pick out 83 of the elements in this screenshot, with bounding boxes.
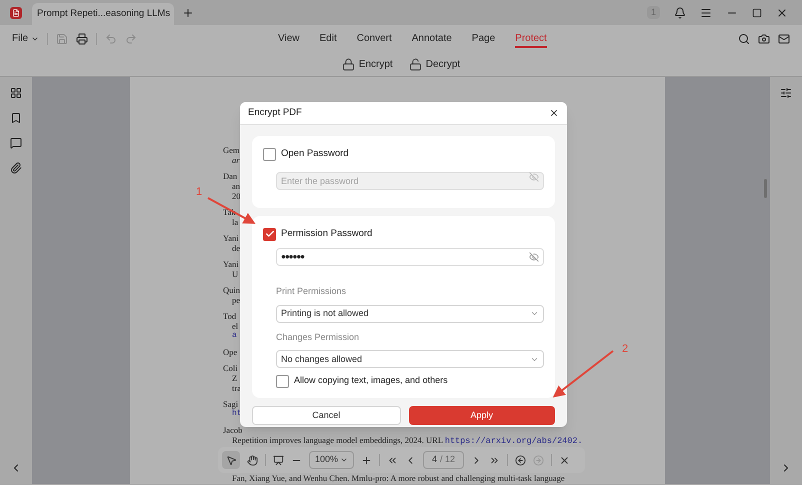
- presentation-icon[interactable]: [273, 454, 284, 466]
- attachment-icon[interactable]: [10, 162, 22, 174]
- hand-icon[interactable]: [247, 454, 258, 466]
- checkbox-label: Open Password: [281, 147, 349, 161]
- checkbox-label: Permission Password: [281, 227, 372, 241]
- zoom-in-icon[interactable]: [361, 454, 372, 466]
- document-text: Tod: [223, 311, 236, 321]
- menu-icon[interactable]: [700, 6, 712, 18]
- document-link[interactable]: https://arxiv.org/abs/2402.: [444, 436, 583, 446]
- document-text: Coli: [223, 363, 238, 373]
- annotation-arrow: [552, 350, 614, 398]
- document-link[interactable]: a: [232, 331, 237, 341]
- menu-tab[interactable]: Convert: [356, 29, 392, 48]
- cancel-button[interactable]: Cancel: [252, 406, 400, 425]
- first-page-icon[interactable]: [387, 454, 398, 466]
- document-text: Yani: [223, 259, 239, 269]
- print-permission-select[interactable]: Printing is not allowed: [276, 304, 544, 323]
- back-icon[interactable]: [515, 454, 526, 466]
- menu-tab[interactable]: Page: [472, 29, 496, 48]
- new-tab-icon[interactable]: [182, 6, 194, 18]
- step-number: 2: [622, 342, 628, 357]
- zoom-select[interactable]: 100%: [309, 451, 354, 469]
- document-text: Repetition improves language model embeddings, 2024. URL https://arxiv.org/abs/2402.: [232, 435, 583, 446]
- search-icon[interactable]: [738, 32, 750, 44]
- menu-tab[interactable]: View: [278, 29, 300, 48]
- field-label: Changes Permission: [276, 330, 360, 344]
- maximize-icon[interactable]: [752, 8, 762, 18]
- document-tab[interactable]: Prompt Repeti...easoning LLMs: [32, 3, 174, 25]
- checkbox[interactable]: [263, 228, 276, 241]
- lock-icon: [342, 58, 355, 70]
- document-text: U: [232, 269, 238, 279]
- ribbon-button[interactable]: Encrypt: [342, 56, 393, 72]
- mail-icon[interactable]: [778, 32, 790, 44]
- chevron-down-icon: [340, 456, 348, 464]
- document-text: la: [232, 217, 238, 227]
- document-text: el: [232, 321, 238, 331]
- close-icon[interactable]: [776, 6, 788, 18]
- check-icon: [264, 229, 274, 240]
- ribbon-button[interactable]: Decrypt: [408, 56, 460, 72]
- checkbox-label: Allow copying text, images, and others: [294, 374, 448, 388]
- document-text: de: [232, 243, 240, 253]
- checkbox[interactable]: [276, 374, 289, 388]
- document-text: Sagi: [223, 399, 238, 409]
- changes-permission-select[interactable]: No changes allowed: [276, 350, 544, 368]
- bell-icon[interactable]: [674, 6, 686, 18]
- document-text: Yani: [223, 233, 239, 243]
- pointer-icon: [226, 454, 236, 466]
- step-number: 1: [196, 185, 202, 200]
- dialog-title: Encrypt PDF: [248, 106, 302, 120]
- file-menu[interactable]: File: [12, 31, 28, 46]
- document-text: ar: [232, 155, 240, 165]
- comment-icon[interactable]: [10, 137, 22, 149]
- settings-icon[interactable]: [780, 87, 792, 99]
- document-text: Z: [232, 373, 238, 383]
- password-field[interactable]: ●●●●●●: [276, 248, 544, 266]
- document-text: pe: [232, 295, 240, 305]
- app-logo-icon: [10, 6, 22, 18]
- field-label: Print Permissions: [276, 285, 348, 298]
- unlock-icon: [408, 58, 422, 70]
- select-tool[interactable]: [222, 451, 240, 469]
- document-text: an: [232, 181, 240, 191]
- close-icon[interactable]: [549, 108, 559, 118]
- page-field[interactable]: 4 / 12: [423, 451, 464, 469]
- menu-tab[interactable]: Edit: [320, 29, 337, 48]
- document-text: Quin: [223, 285, 240, 295]
- camera-icon[interactable]: [758, 32, 770, 44]
- close-toolbar-icon[interactable]: [559, 454, 570, 466]
- document-link[interactable]: ht: [232, 409, 242, 419]
- checkbox[interactable]: [263, 148, 276, 161]
- apply-button[interactable]: Apply: [408, 406, 555, 425]
- menu-tab[interactable]: Annotate: [412, 29, 452, 48]
- hidden-eye-icon[interactable]: [529, 252, 539, 262]
- document-text: Ope: [223, 347, 238, 357]
- last-page-icon[interactable]: [489, 454, 500, 466]
- scrollbar[interactable]: [764, 179, 767, 198]
- document-text: Fan, Xiang Yue, and Wenhu Chen. Mmlu-pro: A more robust and challenging multi-task language: [232, 473, 565, 483]
- print-icon[interactable]: [76, 32, 88, 44]
- thumbnails-icon[interactable]: [10, 87, 22, 99]
- document-text: 20: [232, 191, 240, 201]
- bookmark-icon[interactable]: [10, 112, 22, 124]
- document-text: Jacob: [223, 425, 242, 435]
- document-text: Gem: [223, 145, 240, 155]
- document-text: Dan: [223, 171, 238, 181]
